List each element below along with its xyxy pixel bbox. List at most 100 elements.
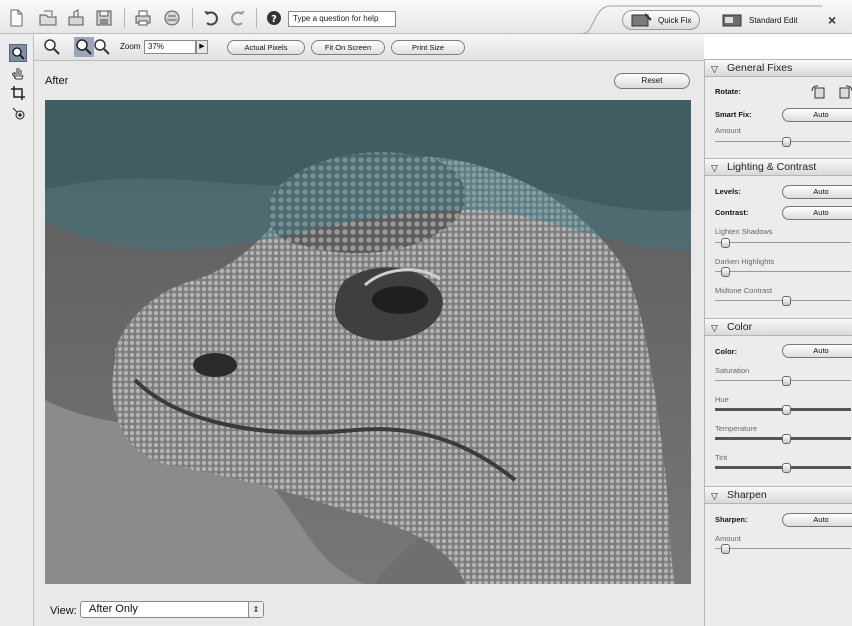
saturation-label: Saturation <box>715 366 750 375</box>
color-label: Color: <box>715 347 738 356</box>
smart-fix-label: Smart Fix: <box>715 110 752 119</box>
view-select-arrow-icon[interactable]: ⇕ <box>248 602 263 617</box>
lighting-contrast-header[interactable]: ▽ Lighting & Contrast <box>705 158 852 176</box>
darken-highlights-slider[interactable] <box>715 267 851 277</box>
temperature-slider[interactable] <box>715 434 851 444</box>
online-services-icon[interactable] <box>162 8 182 28</box>
slider-track <box>715 548 851 549</box>
general-fixes-title: General Fixes <box>727 62 793 74</box>
levels-auto-button[interactable]: Auto <box>782 185 852 199</box>
smart-fix-auto-button[interactable]: Auto <box>782 108 852 122</box>
collapse-triangle-icon: ▽ <box>711 323 718 333</box>
zoom-toolbar: Zoom 37% ▶ Actual Pixels Fit On Screen P… <box>34 34 704 61</box>
zoom-menu-arrow-icon[interactable]: ▶ <box>196 40 208 54</box>
quick-fix-button[interactable]: Quick Fix <box>622 10 701 30</box>
collapse-triangle-icon: ▽ <box>711 64 718 74</box>
slider-knob[interactable] <box>782 463 791 473</box>
after-label: After <box>45 75 69 87</box>
sharpen-label: Sharpen: <box>715 515 748 524</box>
temperature-label: Temperature <box>715 424 758 433</box>
slider-track <box>715 271 851 272</box>
midtone-contrast-label: Midtone Contrast <box>715 286 773 295</box>
reset-button[interactable]: Reset <box>614 73 690 89</box>
print-size-button[interactable]: Print Size <box>391 40 465 55</box>
rotate-left-icon[interactable] <box>811 85 825 99</box>
slider-knob[interactable] <box>782 296 791 306</box>
svg-text:?: ? <box>271 14 277 25</box>
contrast-auto-button[interactable]: Auto <box>782 206 852 220</box>
darken-highlights-label: Darken Highlights <box>715 257 775 266</box>
help-icon[interactable]: ? <box>264 8 284 28</box>
slider-knob[interactable] <box>721 238 730 248</box>
view-select[interactable]: After Only <box>80 601 264 618</box>
zoom-tool-icon[interactable] <box>9 44 27 62</box>
hue-slider[interactable] <box>715 405 851 415</box>
sharpen-title: Sharpen <box>727 489 767 501</box>
hue-label: Hue <box>715 395 729 404</box>
collapse-triangle-icon: ▽ <box>711 491 718 501</box>
slider-knob[interactable] <box>782 376 791 386</box>
tint-label: Tint <box>715 453 728 462</box>
toolbar-separator <box>192 8 193 28</box>
top-toolbar: ? Type a question for help Quick Fix Sta… <box>0 0 852 34</box>
new-document-icon[interactable] <box>6 8 26 28</box>
tint-slider[interactable] <box>715 463 851 473</box>
slider-knob[interactable] <box>721 267 730 277</box>
lighting-contrast-title: Lighting & Contrast <box>727 161 817 173</box>
slider-knob[interactable] <box>782 405 791 415</box>
fit-on-screen-button[interactable]: Fit On Screen <box>311 40 385 55</box>
zoom-in-icon[interactable] <box>74 37 94 57</box>
standard-edit-label: Standard Edit <box>749 15 798 25</box>
zoom-field[interactable]: 37% <box>144 40 196 54</box>
slider-knob[interactable] <box>782 137 791 147</box>
lighten-shadows-slider[interactable] <box>715 238 851 248</box>
zoom-tool-options-icon[interactable] <box>42 37 62 57</box>
sharpen-auto-button[interactable]: Auto <box>782 513 852 527</box>
tool-column <box>0 34 34 626</box>
sharpen-header[interactable]: ▽ Sharpen <box>705 486 852 504</box>
standard-edit-icon <box>722 14 742 27</box>
contrast-label: Contrast: <box>715 208 749 217</box>
sharpen-amount-slider[interactable] <box>715 544 851 554</box>
redo-icon[interactable] <box>228 8 248 28</box>
adjustments-panel: ▽ General Fixes Rotate: Smart Fix: Auto … <box>704 59 852 626</box>
zoom-out-icon[interactable] <box>92 37 112 57</box>
toolbar-separator <box>256 8 257 28</box>
sharpen-amount-label: Amount <box>715 534 741 543</box>
mode-switcher: Quick Fix Standard Edit <box>582 4 822 34</box>
color-header[interactable]: ▽ Color <box>705 318 852 336</box>
lighten-shadows-label: Lighten Shadows <box>715 227 773 236</box>
undo-icon[interactable] <box>201 8 221 28</box>
toolbar-separator <box>124 8 125 28</box>
actual-pixels-button[interactable]: Actual Pixels <box>227 40 305 55</box>
lizard-photo[interactable] <box>45 100 691 584</box>
standard-edit-button[interactable]: Standard Edit <box>714 10 805 30</box>
midtone-contrast-slider[interactable] <box>715 296 851 306</box>
zoom-label: Zoom <box>120 42 141 51</box>
levels-label: Levels: <box>715 187 741 196</box>
close-icon[interactable]: × <box>828 12 836 28</box>
organizer-icon[interactable] <box>66 8 86 28</box>
print-icon[interactable] <box>133 8 153 28</box>
saturation-slider[interactable] <box>715 376 851 386</box>
slider-knob[interactable] <box>721 544 730 554</box>
smart-fix-amount-slider[interactable] <box>715 137 851 147</box>
view-label: View: <box>50 605 77 617</box>
hand-tool-icon[interactable] <box>9 64 27 82</box>
color-auto-button[interactable]: Auto <box>782 344 852 358</box>
save-icon[interactable] <box>94 8 114 28</box>
quick-fix-label: Quick Fix <box>658 15 692 25</box>
rotate-label: Rotate: <box>715 87 741 96</box>
slider-knob[interactable] <box>782 434 791 444</box>
rotate-right-icon[interactable] <box>839 85 852 99</box>
open-icon[interactable] <box>38 8 58 28</box>
crop-tool-icon[interactable] <box>9 84 27 102</box>
slider-track <box>715 242 851 243</box>
color-title: Color <box>727 321 753 333</box>
preview-area: After Reset View: After Only ⇕ <box>34 61 704 626</box>
collapse-triangle-icon: ▽ <box>711 163 718 173</box>
red-eye-tool-icon[interactable] <box>9 104 27 122</box>
quick-fix-icon <box>631 13 652 27</box>
general-fixes-header[interactable]: ▽ General Fixes <box>705 59 852 77</box>
help-search-input[interactable]: Type a question for help <box>288 11 396 27</box>
